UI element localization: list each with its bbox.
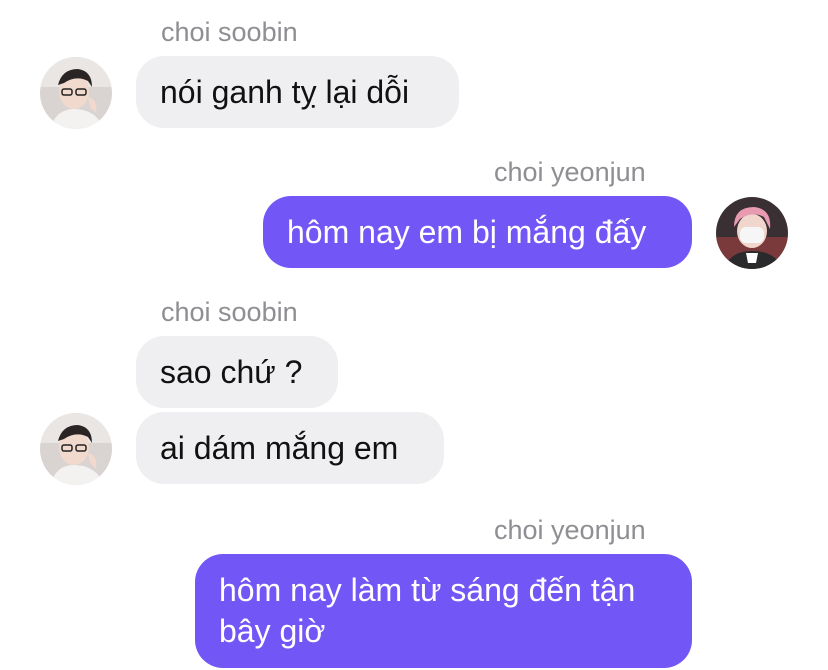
soobin-avatar-icon bbox=[40, 57, 112, 129]
message-bubble-incoming[interactable]: nói ganh tỵ lại dỗi bbox=[136, 56, 459, 128]
avatar-yeonjun[interactable] bbox=[716, 197, 788, 269]
avatar-soobin[interactable] bbox=[40, 413, 112, 485]
message-bubble-incoming[interactable]: sao chứ ? bbox=[136, 336, 338, 408]
message-text: hôm nay em bị mắng đấy bbox=[287, 214, 647, 250]
yeonjun-avatar-icon bbox=[716, 197, 788, 269]
soobin-avatar-icon bbox=[40, 413, 112, 485]
sender-name-soobin: choi soobin bbox=[161, 17, 298, 47]
avatar-soobin[interactable] bbox=[40, 57, 112, 129]
sender-name-yeonjun: choi yeonjun bbox=[494, 157, 646, 187]
message-bubble-incoming[interactable]: ai dám mắng em bbox=[136, 412, 444, 484]
message-text: sao chứ ? bbox=[160, 354, 303, 390]
message-bubble-outgoing[interactable]: hôm nay làm từ sáng đến tận bây giờ bbox=[195, 554, 692, 668]
message-text: hôm nay làm từ sáng đến tận bây giờ bbox=[219, 572, 636, 649]
message-text: nói ganh tỵ lại dỗi bbox=[160, 74, 410, 110]
message-bubble-outgoing[interactable]: hôm nay em bị mắng đấy bbox=[263, 196, 692, 268]
message-text: ai dám mắng em bbox=[160, 430, 399, 466]
sender-name-soobin: choi soobin bbox=[161, 297, 298, 327]
sender-name-yeonjun: choi yeonjun bbox=[494, 515, 646, 545]
